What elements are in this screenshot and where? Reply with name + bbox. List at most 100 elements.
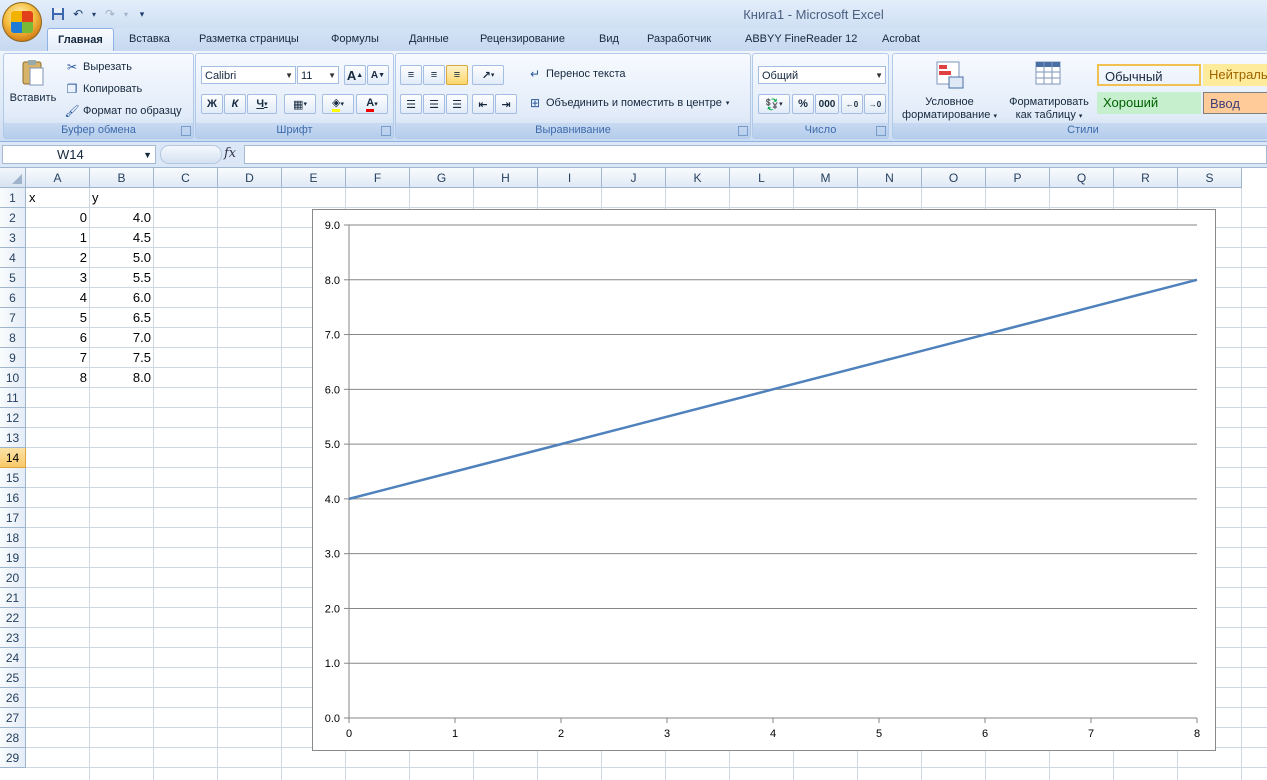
format-as-table-button[interactable]: Форматировать как таблицу ▾ bbox=[1003, 60, 1095, 124]
cell-b1[interactable]: y bbox=[92, 188, 99, 208]
style-input[interactable]: Ввод bbox=[1203, 92, 1267, 114]
decrease-indent-button[interactable]: ⇤ bbox=[472, 94, 494, 114]
font-launcher-icon[interactable] bbox=[381, 126, 391, 136]
column-header-f[interactable]: F bbox=[346, 168, 410, 188]
tab-abbyy[interactable]: ABBYY FineReader 12 bbox=[745, 33, 857, 45]
cell-a6[interactable]: 4 bbox=[26, 288, 87, 308]
fill-color-button[interactable]: ◈ ▾ bbox=[322, 94, 354, 114]
shrink-font-button[interactable]: A ▼ bbox=[367, 65, 389, 85]
column-header-e[interactable]: E bbox=[282, 168, 346, 188]
row-header-8[interactable]: 8 bbox=[0, 328, 26, 348]
column-header-o[interactable]: O bbox=[922, 168, 986, 188]
cell-b8[interactable]: 7.0 bbox=[90, 328, 151, 348]
percent-button[interactable]: % bbox=[792, 94, 814, 114]
orientation-button[interactable]: ↗ ▾ bbox=[472, 65, 504, 85]
cell-a10[interactable]: 8 bbox=[26, 368, 87, 388]
style-normal[interactable]: Обычный bbox=[1097, 64, 1201, 86]
row-header-13[interactable]: 13 bbox=[0, 428, 26, 448]
row-header-24[interactable]: 24 bbox=[0, 648, 26, 668]
tab-home[interactable]: Главная bbox=[47, 28, 114, 52]
cell-a8[interactable]: 6 bbox=[26, 328, 87, 348]
increase-indent-button[interactable]: ⇥ bbox=[495, 94, 517, 114]
row-header-27[interactable]: 27 bbox=[0, 708, 26, 728]
column-header-s[interactable]: S bbox=[1178, 168, 1242, 188]
bold-button[interactable]: Ж bbox=[201, 94, 223, 114]
cell-a3[interactable]: 1 bbox=[26, 228, 87, 248]
underline-button[interactable]: Ч ▾ bbox=[247, 94, 277, 114]
column-header-n[interactable]: N bbox=[858, 168, 922, 188]
formula-input[interactable] bbox=[244, 145, 1267, 164]
alignment-launcher-icon[interactable] bbox=[738, 126, 748, 136]
tab-view[interactable]: Вид bbox=[599, 33, 619, 45]
cell-b9[interactable]: 7.5 bbox=[90, 348, 151, 368]
name-box[interactable]: W14 ▼ bbox=[2, 145, 156, 164]
tab-page-layout[interactable]: Разметка страницы bbox=[199, 33, 299, 45]
align-center-button[interactable]: ☰ bbox=[423, 94, 445, 114]
row-header-22[interactable]: 22 bbox=[0, 608, 26, 628]
row-header-6[interactable]: 6 bbox=[0, 288, 26, 308]
align-bottom-button[interactable]: ≡ bbox=[446, 65, 468, 85]
align-middle-button[interactable]: ≡ bbox=[423, 65, 445, 85]
cut-button[interactable]: ✂ Вырезать bbox=[64, 60, 132, 74]
column-header-h[interactable]: H bbox=[474, 168, 538, 188]
formula-bar-handle[interactable] bbox=[160, 145, 222, 164]
row-header-28[interactable]: 28 bbox=[0, 728, 26, 748]
clipboard-launcher-icon[interactable] bbox=[181, 126, 191, 136]
insert-function-icon[interactable]: fx bbox=[224, 146, 236, 161]
line-chart[interactable]: 0.0 1.0 2.0 3.0 4.0 5.0 6.0 7.0 8.0 9.0 0 1 2 3 4 5 6 7 8 bbox=[312, 209, 1216, 751]
column-header-c[interactable]: C bbox=[154, 168, 218, 188]
cell-b5[interactable]: 5.5 bbox=[90, 268, 151, 288]
font-name-select[interactable]: Calibri ▼ bbox=[201, 66, 296, 84]
tab-review[interactable]: Рецензирование bbox=[480, 33, 565, 45]
cell-a1[interactable]: x bbox=[29, 188, 36, 208]
office-button[interactable] bbox=[2, 2, 42, 42]
row-header-25[interactable]: 25 bbox=[0, 668, 26, 688]
align-top-button[interactable]: ≡ bbox=[400, 65, 422, 85]
column-header-l[interactable]: L bbox=[730, 168, 794, 188]
row-header-21[interactable]: 21 bbox=[0, 588, 26, 608]
row-header-5[interactable]: 5 bbox=[0, 268, 26, 288]
style-good[interactable]: Хороший bbox=[1097, 92, 1201, 114]
row-header-14[interactable]: 14 bbox=[0, 448, 26, 468]
tab-data[interactable]: Данные bbox=[409, 33, 449, 45]
cell-a2[interactable]: 0 bbox=[26, 208, 87, 228]
tab-formulas[interactable]: Формулы bbox=[331, 33, 379, 45]
format-painter-button[interactable]: 🖌 Формат по образцу bbox=[64, 104, 181, 118]
row-header-10[interactable]: 10 bbox=[0, 368, 26, 388]
borders-button[interactable]: ▦ ▾ bbox=[284, 94, 316, 114]
cell-b7[interactable]: 6.5 bbox=[90, 308, 151, 328]
row-header-29[interactable]: 29 bbox=[0, 748, 26, 768]
row-header-20[interactable]: 20 bbox=[0, 568, 26, 588]
cell-a5[interactable]: 3 bbox=[26, 268, 87, 288]
row-header-1[interactable]: 1 bbox=[0, 188, 26, 208]
column-header-m[interactable]: M bbox=[794, 168, 858, 188]
column-header-r[interactable]: R bbox=[1114, 168, 1178, 188]
cell-b6[interactable]: 6.0 bbox=[90, 288, 151, 308]
conditional-formatting-button[interactable]: Условное форматирование ▾ bbox=[897, 60, 1002, 124]
row-header-9[interactable]: 9 bbox=[0, 348, 26, 368]
cell-b3[interactable]: 4.5 bbox=[90, 228, 151, 248]
cell-b10[interactable]: 8.0 bbox=[90, 368, 151, 388]
merge-center-button[interactable]: ⊞ Объединить и поместить в центре ▾ bbox=[527, 96, 729, 110]
currency-button[interactable]: 💱 ▾ bbox=[758, 94, 790, 114]
font-color-button[interactable]: A ▾ bbox=[356, 94, 388, 114]
row-header-17[interactable]: 17 bbox=[0, 508, 26, 528]
style-neutral[interactable]: Нейтраль bbox=[1203, 64, 1267, 86]
wrap-text-button[interactable]: ↵ Перенос текста bbox=[527, 67, 626, 81]
column-header-g[interactable]: G bbox=[410, 168, 474, 188]
font-size-select[interactable]: 11 ▼ bbox=[297, 66, 339, 84]
row-header-2[interactable]: 2 bbox=[0, 208, 26, 228]
row-header-7[interactable]: 7 bbox=[0, 308, 26, 328]
row-header-4[interactable]: 4 bbox=[0, 248, 26, 268]
row-header-26[interactable]: 26 bbox=[0, 688, 26, 708]
cell-a7[interactable]: 5 bbox=[26, 308, 87, 328]
row-header-19[interactable]: 19 bbox=[0, 548, 26, 568]
number-format-select[interactable]: Общий ▼ bbox=[758, 66, 886, 84]
row-header-12[interactable]: 12 bbox=[0, 408, 26, 428]
copy-button[interactable]: ❐ Копировать bbox=[64, 82, 143, 96]
tab-developer[interactable]: Разработчик bbox=[647, 33, 711, 45]
column-header-j[interactable]: J bbox=[602, 168, 666, 188]
paste-button[interactable]: Вставить bbox=[7, 58, 59, 114]
thousands-button[interactable]: 000 bbox=[815, 94, 839, 114]
align-right-button[interactable]: ☰ bbox=[446, 94, 468, 114]
